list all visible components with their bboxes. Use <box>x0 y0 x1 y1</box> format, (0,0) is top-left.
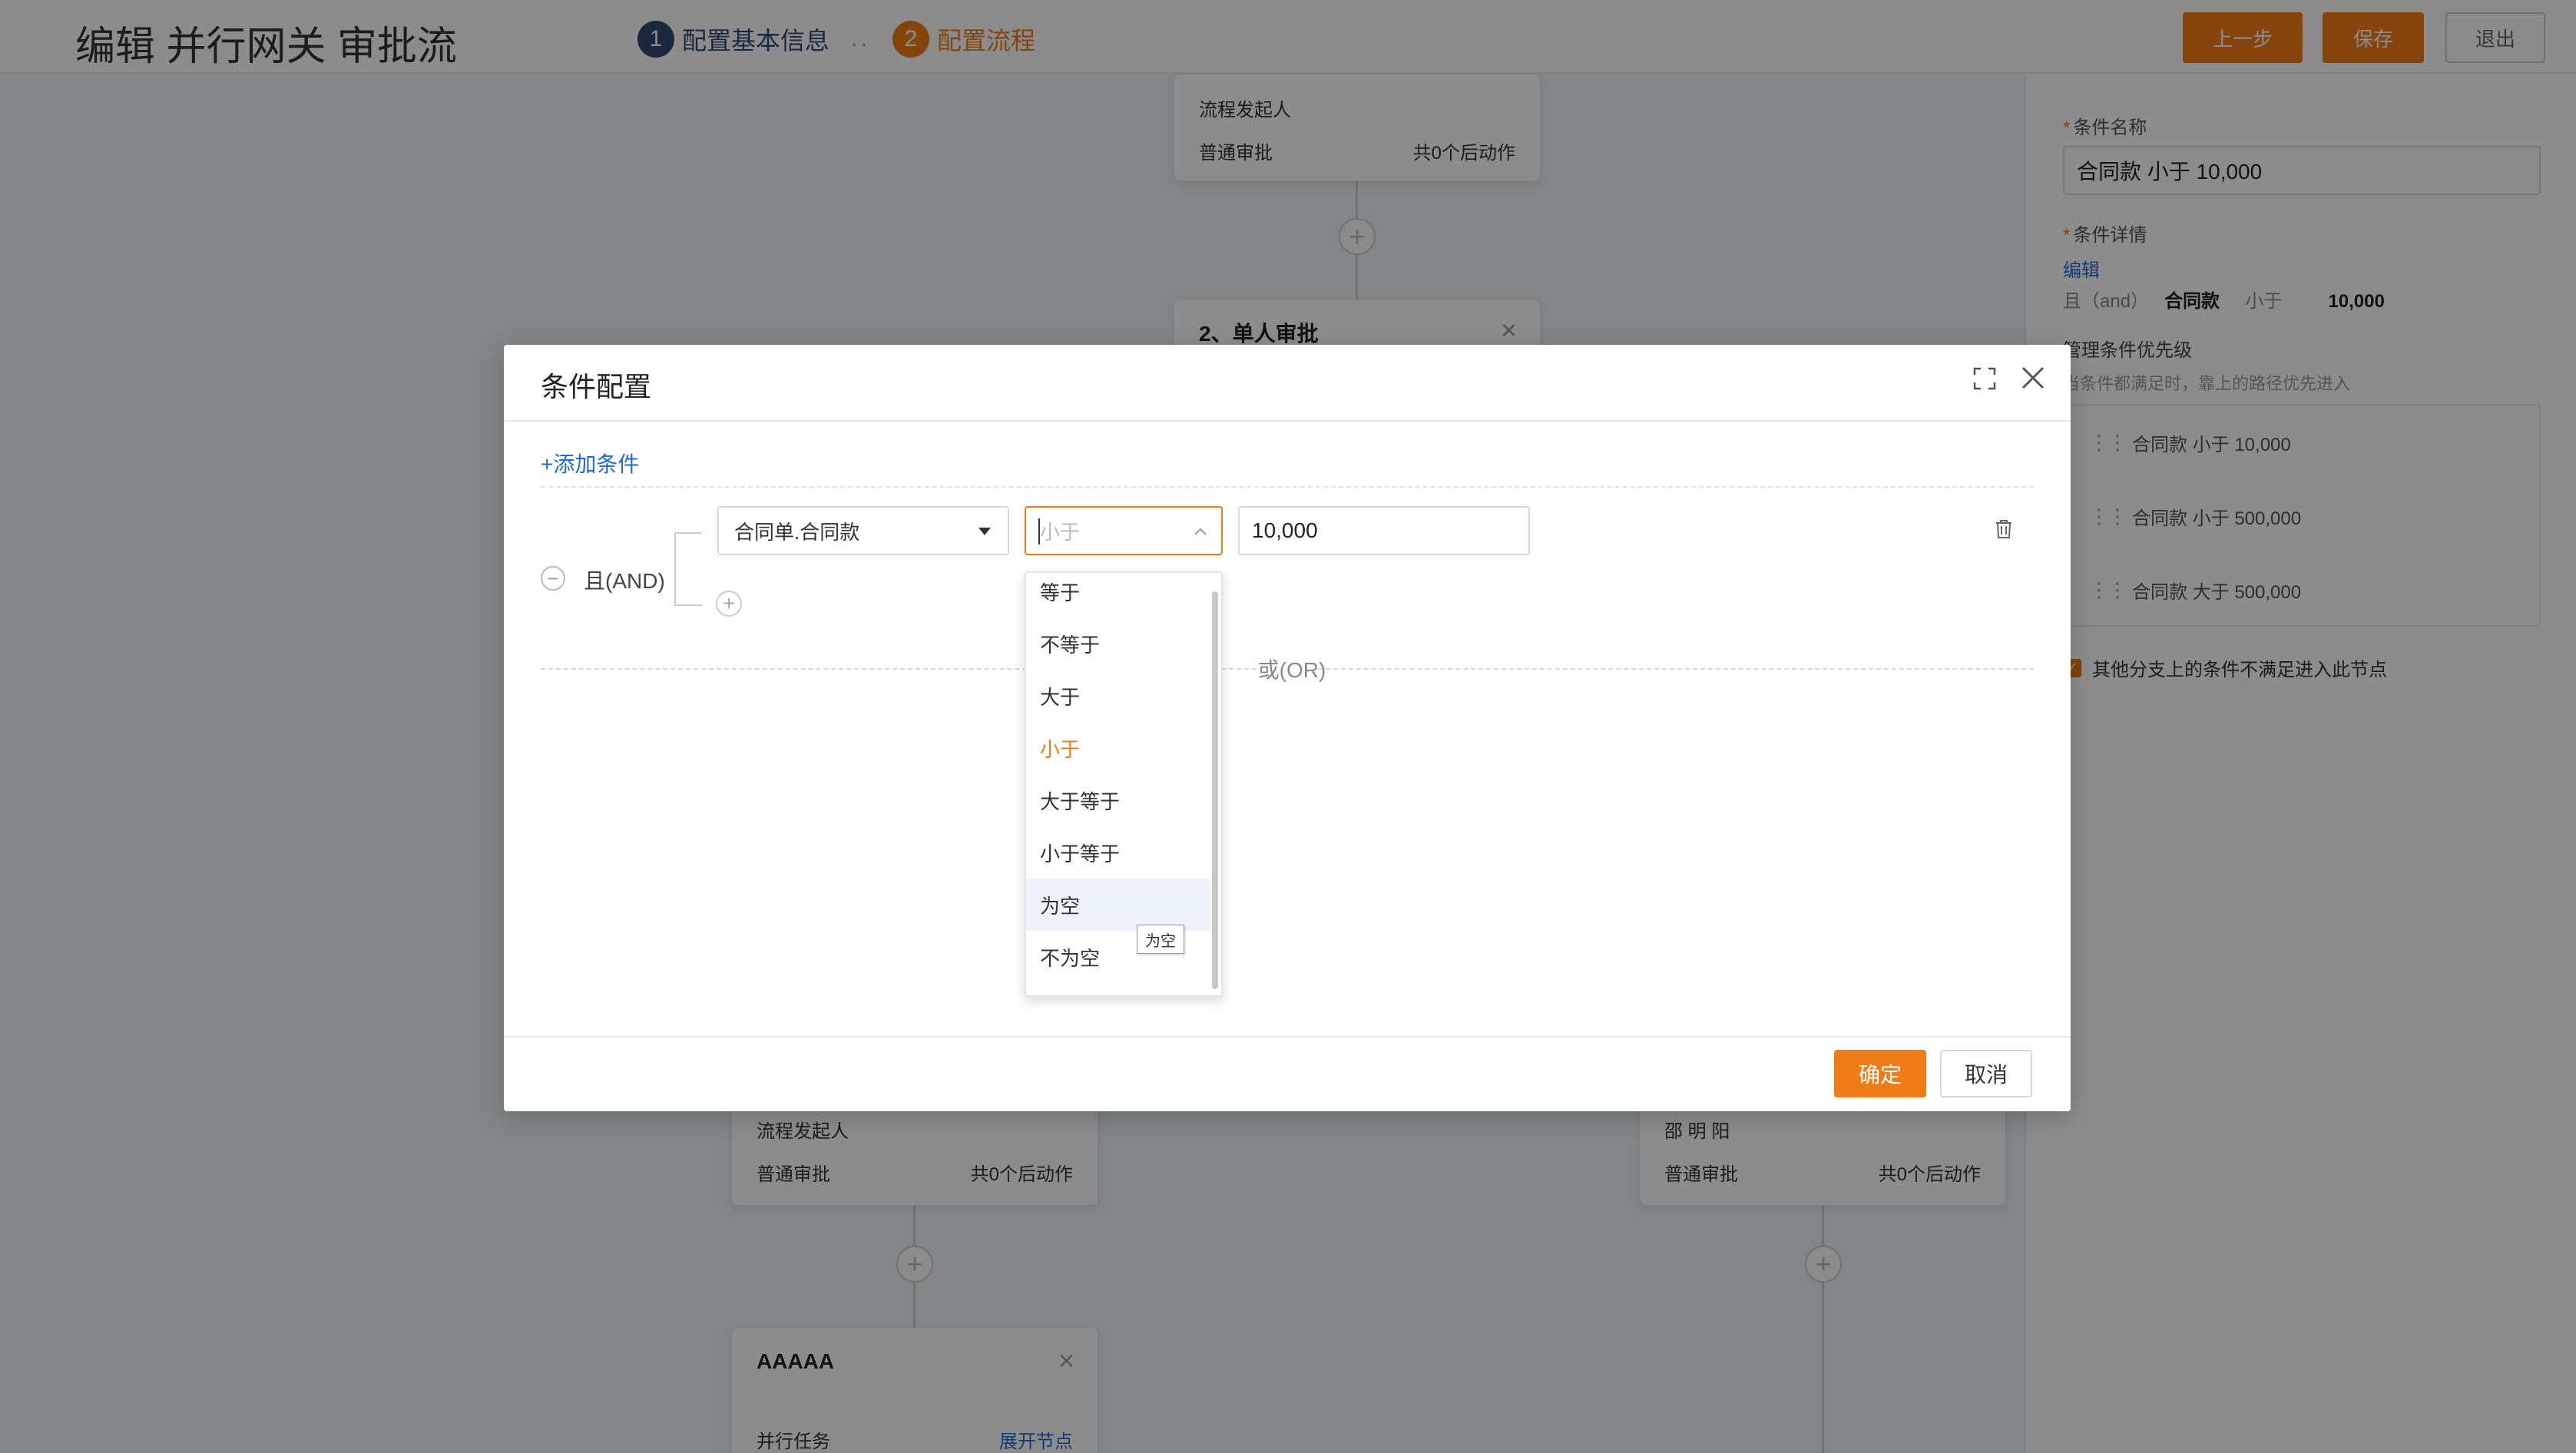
trash-icon[interactable] <box>1994 518 2014 540</box>
field-select-value: 合同单.合同款 <box>734 520 860 544</box>
chevron-up-icon <box>1194 528 1207 535</box>
option-less-equal[interactable]: 小于等于 <box>1026 826 1210 879</box>
dropdown-scrollbar[interactable] <box>1212 591 1218 989</box>
divider <box>541 486 2034 488</box>
add-sub-condition-button[interactable]: + <box>716 591 742 617</box>
text-cursor <box>1038 518 1040 544</box>
close-icon[interactable] <box>2018 363 2048 392</box>
option-empty[interactable]: 为空 <box>1026 879 1210 931</box>
confirm-button[interactable]: 确定 <box>1834 1050 1926 1097</box>
modal-footer: 确定 取消 <box>504 1036 2071 1111</box>
option-tooltip: 为空 <box>1137 925 1184 954</box>
operator-dropdown: 等于 不等于 大于 小于 大于等于 小于等于 为空 不为空 <box>1025 571 1223 997</box>
option-equal[interactable]: 等于 <box>1026 573 1210 617</box>
modal-header: 条件配置 <box>504 345 2071 422</box>
add-condition-button[interactable]: +添加条件 <box>541 448 639 478</box>
or-divider-right <box>1318 668 2034 670</box>
field-select[interactable]: 合同单.合同款 <box>717 506 1009 555</box>
remove-group-icon[interactable]: − <box>541 566 565 591</box>
and-group-label: 且(AND) <box>584 569 665 593</box>
operator-select[interactable]: 小于 <box>1025 506 1223 555</box>
condition-config-modal: 条件配置 +添加条件 − 且(AND) 合同单.合同款 小于 10,000 + … <box>504 345 2071 1111</box>
cancel-button[interactable]: 取消 <box>1940 1050 2032 1097</box>
option-greater[interactable]: 大于 <box>1026 670 1210 722</box>
group-bracket <box>674 532 702 606</box>
caret-down-icon <box>978 528 991 535</box>
option-less[interactable]: 小于 <box>1026 722 1210 774</box>
modal-title: 条件配置 <box>541 371 652 402</box>
option-greater-equal[interactable]: 大于等于 <box>1026 774 1210 826</box>
fullscreen-icon[interactable] <box>1972 366 1997 391</box>
value-input[interactable]: 10,000 <box>1238 506 1530 555</box>
option-not-equal[interactable]: 不等于 <box>1026 617 1210 670</box>
operator-placeholder: 小于 <box>1040 520 1081 544</box>
